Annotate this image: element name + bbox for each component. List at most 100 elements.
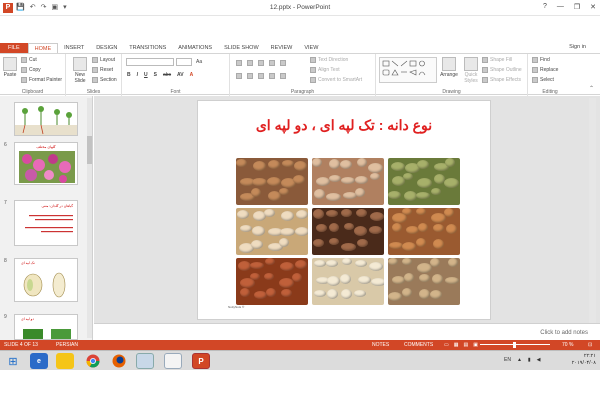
- normal-view-icon[interactable]: ▭: [444, 342, 449, 348]
- nut-image-pistachios[interactable]: [388, 158, 460, 205]
- font-name-box[interactable]: [126, 58, 174, 66]
- help-button[interactable]: ?: [543, 3, 547, 11]
- firefox-icon[interactable]: [110, 353, 128, 369]
- align-right-icon[interactable]: [258, 73, 264, 79]
- nut-image-red-peanuts[interactable]: [236, 258, 308, 305]
- nut-kernel: [329, 175, 341, 182]
- arrange-button[interactable]: Arrange: [440, 57, 458, 78]
- decrease-indent-icon[interactable]: [258, 60, 264, 66]
- tab-design[interactable]: DESIGN: [90, 43, 123, 53]
- shapes-gallery[interactable]: [379, 57, 437, 83]
- start-button[interactable]: ⊞: [4, 353, 22, 369]
- slide-thumbnail-7[interactable]: گیاهان در گلدان: متنی: [14, 200, 78, 246]
- tab-insert[interactable]: INSERT: [58, 43, 90, 53]
- slide-sorter-icon[interactable]: ▦: [454, 342, 459, 348]
- slide-thumbnail-9[interactable]: دو لپه ای: [14, 314, 78, 340]
- slide-title[interactable]: نوع دانه : تک لپه ای ، دو لپه ای: [198, 117, 490, 134]
- internet-explorer-icon[interactable]: e: [30, 353, 48, 369]
- shadow-button[interactable]: S: [154, 72, 157, 78]
- justify-icon[interactable]: [269, 73, 275, 79]
- align-text-button[interactable]: Align Text: [310, 67, 340, 73]
- language-indicator[interactable]: PERSIAN: [56, 342, 78, 348]
- thumbnail-scrollbar-thumb[interactable]: [87, 136, 92, 164]
- shape-effects-button[interactable]: Shape Effects: [482, 77, 521, 83]
- editor-scrollbar[interactable]: [589, 98, 596, 338]
- tab-home[interactable]: HOME: [27, 43, 59, 53]
- comments-toggle[interactable]: COMMENTS: [404, 342, 433, 348]
- section-button[interactable]: Section: [92, 77, 117, 83]
- select-button[interactable]: Select: [532, 77, 554, 83]
- cut-button[interactable]: Cut: [21, 57, 37, 63]
- zoom-level[interactable]: 70 %: [562, 342, 573, 348]
- tab-review[interactable]: REVIEW: [265, 43, 299, 53]
- reset-button[interactable]: Reset: [92, 67, 113, 73]
- font-color-button[interactable]: A: [190, 72, 194, 78]
- nut-image-peanuts[interactable]: [312, 158, 384, 205]
- align-left-icon[interactable]: [236, 73, 242, 79]
- increase-indent-icon[interactable]: [269, 60, 275, 66]
- slide-thumbnail-8[interactable]: تک لپه ای: [14, 258, 78, 302]
- line-spacing-icon[interactable]: [280, 60, 286, 66]
- quick-styles-button[interactable]: Quick Styles: [461, 57, 481, 84]
- minimize-button[interactable]: —: [557, 3, 564, 11]
- sign-in-link[interactable]: Sign in: [569, 44, 586, 50]
- shapes-gallery-icons: [382, 60, 426, 76]
- notes-toggle[interactable]: NOTES: [372, 342, 389, 348]
- photos-app-icon[interactable]: [164, 353, 182, 369]
- nut-image-almonds[interactable]: [388, 208, 460, 255]
- copy-button[interactable]: Copy: [21, 67, 41, 73]
- media-app-icon[interactable]: [136, 353, 154, 369]
- nut-image-pine-nuts[interactable]: [236, 208, 308, 255]
- bullets-icon[interactable]: [236, 60, 242, 66]
- thumbnail-scrollbar[interactable]: [87, 98, 92, 338]
- tray-volume-icon[interactable]: ◀: [537, 357, 541, 363]
- tray-arrow-icon[interactable]: ▲: [517, 357, 522, 363]
- tab-file[interactable]: FILE: [0, 43, 28, 53]
- numbering-icon[interactable]: [247, 60, 253, 66]
- underline-button[interactable]: U: [144, 72, 148, 78]
- convert-smartart-button[interactable]: Convert to SmartArt: [310, 77, 362, 83]
- nut-image-brazil-nuts[interactable]: [312, 208, 384, 255]
- nut-image-cashews[interactable]: [312, 258, 384, 305]
- chrome-icon[interactable]: [84, 353, 102, 369]
- tab-slide-show[interactable]: SLIDE SHOW: [218, 43, 265, 53]
- slide-thumbnail-6[interactable]: گلهای مختلف: [14, 142, 78, 185]
- file-explorer-icon[interactable]: [56, 353, 74, 369]
- clock[interactable]: ۲۲:۲۱ ۲۰۱۹/۰۴/۰۸: [572, 353, 596, 367]
- new-slide-button[interactable]: New Slide: [70, 57, 90, 84]
- tray-network-icon[interactable]: ▮: [528, 357, 531, 363]
- restore-button[interactable]: ❐: [574, 3, 580, 11]
- shape-fill-button[interactable]: Shape Fill: [482, 57, 512, 63]
- shape-outline-button[interactable]: Shape Outline: [482, 67, 522, 73]
- collapse-ribbon-icon[interactable]: ⌃: [589, 85, 594, 92]
- italic-button[interactable]: I: [137, 72, 138, 78]
- slide-thumbnail-5[interactable]: [14, 102, 78, 136]
- notes-pane[interactable]: Click to add notes: [94, 323, 600, 340]
- grow-font-button[interactable]: Aa: [196, 59, 202, 65]
- reading-view-icon[interactable]: ▤: [463, 342, 468, 348]
- char-spacing-button[interactable]: AV: [177, 72, 184, 78]
- current-slide[interactable]: نوع دانه : تک لپه ای ، دو لپه ای NuttyNu…: [197, 100, 491, 320]
- nut-image-walnuts[interactable]: [388, 258, 460, 305]
- nut-image-hazelnuts[interactable]: [236, 158, 308, 205]
- paste-button[interactable]: Paste: [2, 57, 18, 78]
- format-painter-button[interactable]: Format Painter: [21, 77, 62, 83]
- slideshow-view-icon[interactable]: ▣: [473, 342, 478, 348]
- tab-view[interactable]: VIEW: [298, 43, 324, 53]
- replace-button[interactable]: Replace: [532, 67, 558, 73]
- powerpoint-taskbar-icon[interactable]: P: [192, 353, 210, 369]
- find-button[interactable]: Find: [532, 57, 550, 63]
- columns-icon[interactable]: [280, 73, 286, 79]
- align-center-icon[interactable]: [247, 73, 253, 79]
- strikethrough-button[interactable]: abc: [163, 72, 171, 78]
- tray-language[interactable]: EN: [504, 357, 511, 363]
- text-direction-button[interactable]: Text Direction: [310, 57, 348, 63]
- bold-button[interactable]: B: [127, 72, 131, 78]
- zoom-slider-handle[interactable]: [513, 342, 516, 348]
- close-button[interactable]: ✕: [590, 3, 596, 11]
- layout-button[interactable]: Layout: [92, 57, 115, 63]
- tab-transitions[interactable]: TRANSITIONS: [123, 43, 172, 53]
- font-size-box[interactable]: [176, 58, 192, 66]
- fit-slide-icon[interactable]: ⊡: [588, 342, 592, 348]
- tab-animations[interactable]: ANIMATIONS: [172, 43, 218, 53]
